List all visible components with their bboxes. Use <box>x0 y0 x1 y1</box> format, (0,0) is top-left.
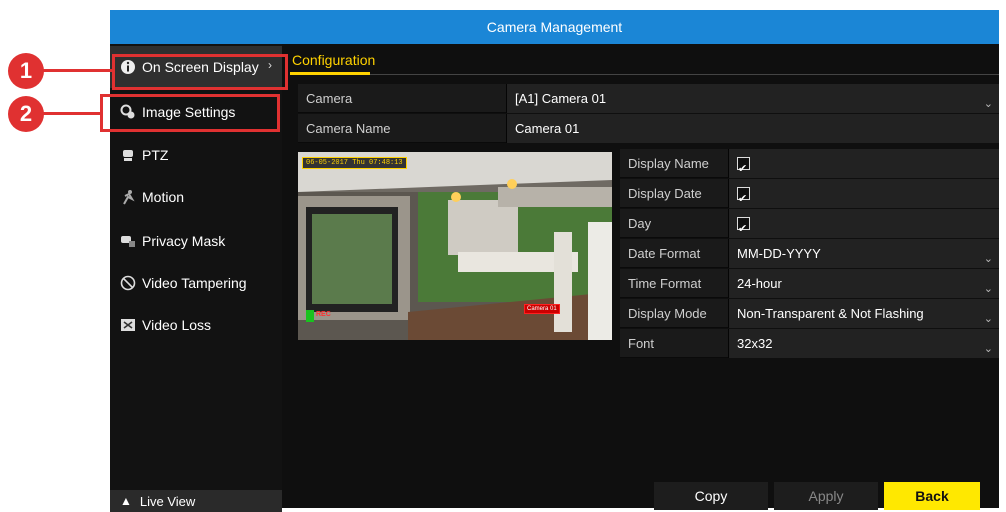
sidebar-item-label: Video Loss <box>142 317 212 333</box>
motion-icon <box>120 189 136 205</box>
tab-active-underline <box>290 72 370 75</box>
callout-2-box <box>100 94 280 132</box>
callout-2-badge: 2 <box>8 96 44 132</box>
display-date-cell <box>728 179 999 214</box>
display-name-label: Display Name <box>628 156 709 171</box>
tab-configuration[interactable]: Configuration <box>292 52 375 68</box>
camera-row: Camera [A1] Camera 01 ⌄ <box>298 84 999 113</box>
back-button[interactable]: Back <box>884 482 980 510</box>
sidebar-item-motion[interactable]: Motion <box>110 176 282 218</box>
date-format-select[interactable]: MM-DD-YYYY ⌄ <box>728 239 999 268</box>
display-date-label: Display Date <box>628 186 702 201</box>
camera-label: Camera <box>306 91 353 106</box>
sidebar-item-privacy-mask[interactable]: Privacy Mask <box>110 220 282 262</box>
sidebar-item-label: PTZ <box>142 147 169 163</box>
display-name-row: Display Name <box>620 149 999 184</box>
display-mode-label: Display Mode <box>628 306 707 321</box>
camera-name-row: Camera Name Camera 01 <box>298 114 999 143</box>
tab-divider <box>290 74 999 75</box>
day-label: Day <box>628 216 652 231</box>
camera-name-field[interactable]: Camera 01 <box>506 114 999 143</box>
video-tampering-icon <box>120 275 136 291</box>
display-mode-select[interactable]: Non-Transparent & Not Flashing ⌄ <box>728 299 999 328</box>
camera-select-value: [A1] Camera 01 <box>515 91 607 106</box>
day-row: Day <box>620 209 999 244</box>
date-format-label: Date Format <box>628 246 701 261</box>
sidebar-item-label: Video Tampering <box>142 275 247 291</box>
window-title: Camera Management <box>110 10 999 44</box>
date-format-value: MM-DD-YYYY <box>737 246 821 261</box>
video-loss-icon <box>120 317 136 333</box>
home-icon: ▲ <box>120 494 132 508</box>
privacy-mask-icon <box>120 233 136 249</box>
callout-1-box <box>112 54 288 90</box>
camera-name-label: Camera Name <box>306 121 391 136</box>
osd-datetime-overlay: 06-05-2017 Thu 07:48:13 <box>302 157 407 169</box>
day-checkbox[interactable] <box>737 215 750 244</box>
sidebar-item-label: Privacy Mask <box>142 233 226 249</box>
chevron-down-icon: ⌄ <box>983 343 993 355</box>
font-select[interactable]: 32x32 ⌄ <box>728 329 999 358</box>
time-format-select[interactable]: 24-hour ⌄ <box>728 269 999 298</box>
camera-name-overlay: Camera 01 <box>524 304 560 314</box>
callout-2-line <box>36 112 100 115</box>
sidebar-item-video-loss[interactable]: Video Loss <box>110 304 282 346</box>
display-mode-value: Non-Transparent & Not Flashing <box>737 306 924 321</box>
time-format-value: 24-hour <box>737 276 782 291</box>
display-mode-row: Display Mode Non-Transparent & Not Flash… <box>620 299 999 328</box>
live-view-button[interactable]: ▲ Live View <box>110 490 282 512</box>
camera-name-value: Camera 01 <box>515 121 580 136</box>
time-format-label: Time Format <box>628 276 702 291</box>
display-name-checkbox[interactable] <box>737 155 750 184</box>
time-format-row: Time Format 24-hour ⌄ <box>620 269 999 298</box>
display-date-row: Display Date <box>620 179 999 214</box>
sidebar-item-ptz[interactable]: PTZ <box>110 134 282 176</box>
font-row: Font 32x32 ⌄ <box>620 329 999 358</box>
callout-1-line <box>36 69 112 72</box>
display-name-cell <box>728 149 999 184</box>
font-label: Font <box>628 336 655 351</box>
ptz-icon <box>120 147 136 163</box>
live-view-label: Live View <box>139 493 196 509</box>
font-value: 32x32 <box>737 336 773 351</box>
rec-indicator-icon <box>306 310 314 322</box>
day-cell <box>728 209 999 244</box>
display-date-checkbox[interactable] <box>737 185 750 214</box>
sidebar-item-label: Motion <box>142 189 185 205</box>
date-format-row: Date Format MM-DD-YYYY ⌄ <box>620 239 999 268</box>
camera-select[interactable]: [A1] Camera 01 ⌄ <box>506 84 999 113</box>
apply-button[interactable]: Apply <box>774 482 878 510</box>
content-pane: Configuration Camera [A1] Camera 01 ⌄ Ca… <box>290 44 999 510</box>
callout-1-badge: 1 <box>8 53 44 89</box>
camera-preview: 06-05-2017 Thu 07:48:13 REC Camera 01 <box>298 152 612 340</box>
sidebar-item-video-tampering[interactable]: Video Tampering <box>110 262 282 304</box>
rec-label: REC <box>316 311 331 318</box>
copy-button[interactable]: Copy <box>654 482 768 510</box>
